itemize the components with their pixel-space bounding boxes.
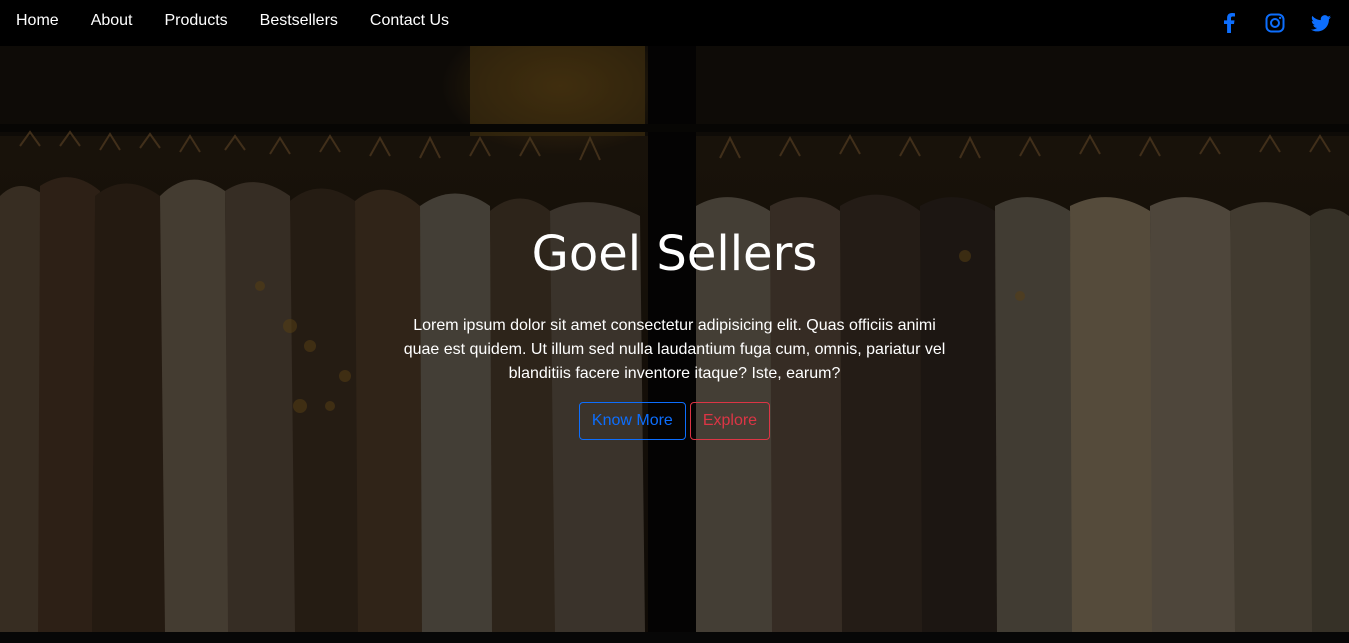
social-links — [1195, 0, 1349, 46]
facebook-icon[interactable] — [1217, 11, 1241, 35]
top-navbar: Home About Products Bestsellers Contact … — [0, 0, 1349, 46]
nav-links: Home About Products Bestsellers Contact … — [0, 0, 481, 46]
hero-description: Lorem ipsum dolor sit amet consectetur a… — [403, 317, 946, 382]
nav-link-about[interactable]: About — [91, 13, 133, 29]
twitter-icon[interactable] — [1309, 11, 1333, 35]
hero-content: Goel Sellers Lorem ipsum dolor sit amet … — [0, 46, 1349, 632]
hero-title: Goel Sellers — [531, 226, 818, 282]
nav-link-home[interactable]: Home — [16, 13, 59, 29]
nav-link-bestsellers[interactable]: Bestsellers — [260, 13, 338, 29]
know-more-button[interactable]: Know More — [578, 402, 686, 440]
hero-section: Goel Sellers Lorem ipsum dolor sit amet … — [0, 46, 1349, 632]
explore-button[interactable]: Explore — [689, 402, 771, 440]
nav-link-products[interactable]: Products — [165, 13, 228, 29]
nav-link-contact-us[interactable]: Contact Us — [370, 13, 449, 29]
hero-buttons: Know More Explore — [0, 402, 1349, 440]
page-bottom-strip — [0, 632, 1349, 643]
instagram-icon[interactable] — [1263, 11, 1287, 35]
